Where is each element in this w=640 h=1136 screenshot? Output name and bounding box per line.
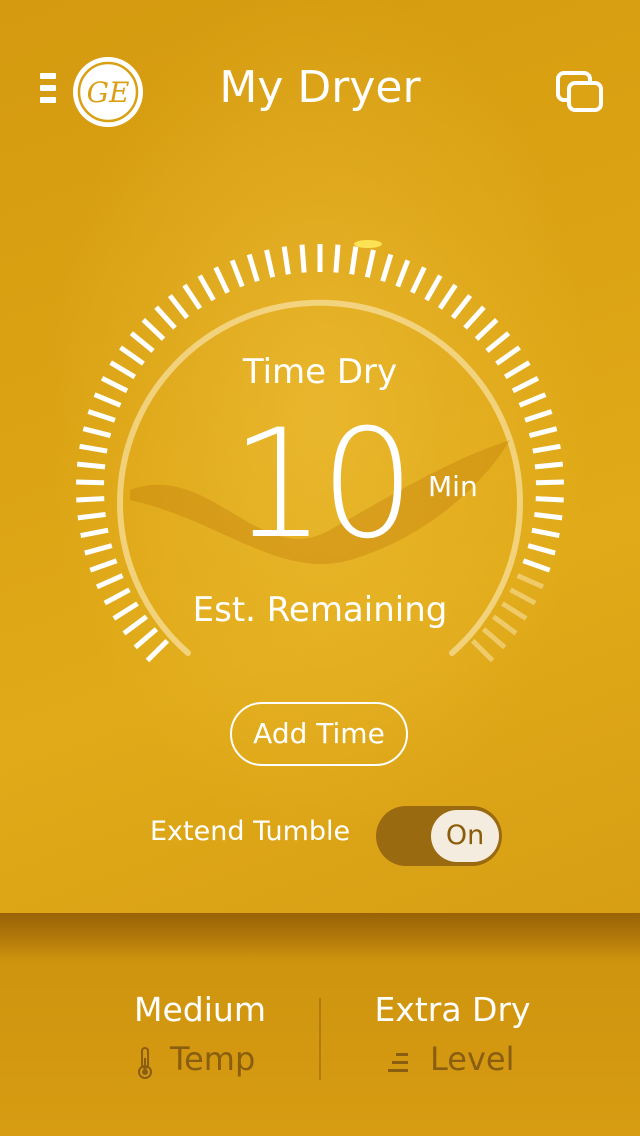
svg-text:GE: GE [87, 76, 130, 109]
temp-value[interactable]: Medium [100, 990, 300, 1029]
switch-appliance-icon[interactable] [556, 70, 604, 114]
dial-tick [213, 266, 230, 294]
panel-shadow [0, 913, 640, 963]
dial-tick [474, 317, 499, 341]
dial-tick [182, 283, 203, 310]
dial-tick [463, 305, 486, 330]
dial-tick [395, 259, 411, 288]
dial-tick [349, 246, 359, 275]
dial-tick [333, 244, 341, 273]
dial-tick [481, 627, 507, 650]
cycle-mode: Time Dry [242, 352, 398, 392]
dial-tick [424, 274, 443, 302]
add-time-button[interactable]: Add Time [230, 702, 408, 766]
thermometer-icon [138, 1047, 152, 1079]
dial-tick [141, 317, 166, 341]
dial-tick [129, 331, 155, 353]
dial-tick [410, 266, 427, 294]
dial-tick [167, 294, 190, 320]
remaining-time-unit: Min [428, 470, 478, 503]
ge-logo: GE [73, 57, 143, 127]
settings-divider [319, 998, 321, 1080]
dial-tick [95, 573, 124, 590]
level-icon [388, 1053, 408, 1072]
dial-tick [197, 274, 216, 302]
dial-tick [229, 259, 245, 288]
dial-tick [364, 249, 376, 278]
dial-tick [246, 253, 260, 283]
dial-tick [145, 638, 170, 663]
dial-tick [299, 244, 307, 273]
extend-tumble-label: Extend Tumble [150, 816, 351, 847]
menu-icon[interactable] [40, 73, 58, 107]
temp-label: Temp [170, 1040, 256, 1078]
progress-indicator [354, 240, 382, 248]
level-value[interactable]: Extra Dry [350, 990, 555, 1029]
dial-tick [516, 573, 545, 590]
remaining-time-value: 10 [230, 398, 416, 572]
extend-tumble-toggle[interactable]: On [376, 806, 502, 866]
toggle-state: On [431, 810, 499, 862]
dial-tick [133, 627, 159, 650]
page-title: My Dryer [219, 62, 421, 113]
dial-tick [437, 283, 458, 310]
dial-tick [470, 638, 495, 663]
dial-tick [264, 249, 276, 278]
dial-tick [450, 294, 473, 320]
dial-tick [154, 305, 177, 330]
remaining-label: Est. Remaining [192, 590, 448, 630]
dial-tick [380, 253, 394, 283]
dial-tick [485, 331, 511, 353]
level-label: Level [430, 1040, 515, 1078]
dial-tick [281, 246, 291, 275]
